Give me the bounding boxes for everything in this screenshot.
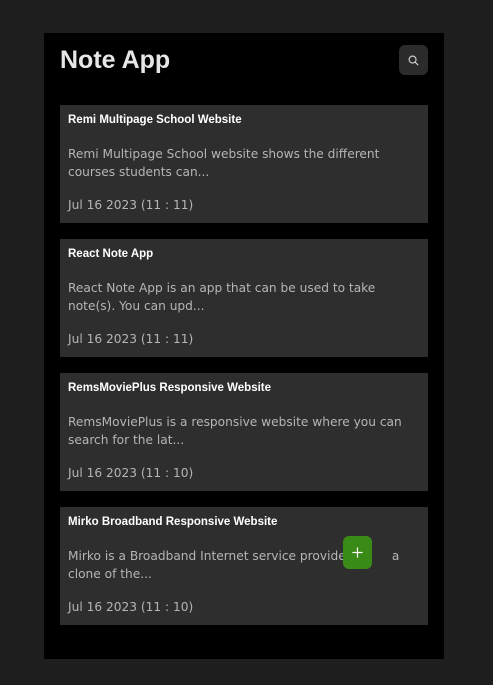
note-date: Jul 16 2023 (11 : 11) [68,332,194,346]
search-button[interactable] [399,45,428,75]
note-date: Jul 16 2023 (11 : 10) [68,600,194,614]
note-title: React Note App [68,248,154,260]
search-icon [408,55,419,66]
note-date: Jul 16 2023 (11 : 10) [68,466,194,480]
note-title: Mirko Broadband Responsive Website [68,516,278,528]
note-app-container: Note App Remi Multipage School Website R… [44,33,444,659]
note-date: Jul 16 2023 (11 : 11) [68,198,194,212]
note-excerpt: React Note App is an app that can be use… [68,281,376,313]
plus-icon [352,547,363,558]
note-card[interactable]: RemsMoviePlus Responsive Website RemsMov… [60,373,428,491]
note-card[interactable]: Remi Multipage School Website Remi Multi… [60,105,428,223]
notes-list: Remi Multipage School Website Remi Multi… [60,105,428,641]
note-card[interactable]: React Note App React Note App is an app … [60,239,428,357]
note-title: Remi Multipage School Website [68,114,242,126]
note-card[interactable]: Mirko Broadband Responsive Website Mirko… [60,507,428,625]
note-excerpt: Remi Multipage School website shows the … [68,147,380,179]
add-note-button[interactable] [343,536,372,569]
page-title: Note App [60,46,171,74]
note-excerpt: RemsMoviePlus is a responsive website wh… [68,415,402,447]
app-header: Note App [60,45,428,77]
note-title: RemsMoviePlus Responsive Website [68,382,272,394]
